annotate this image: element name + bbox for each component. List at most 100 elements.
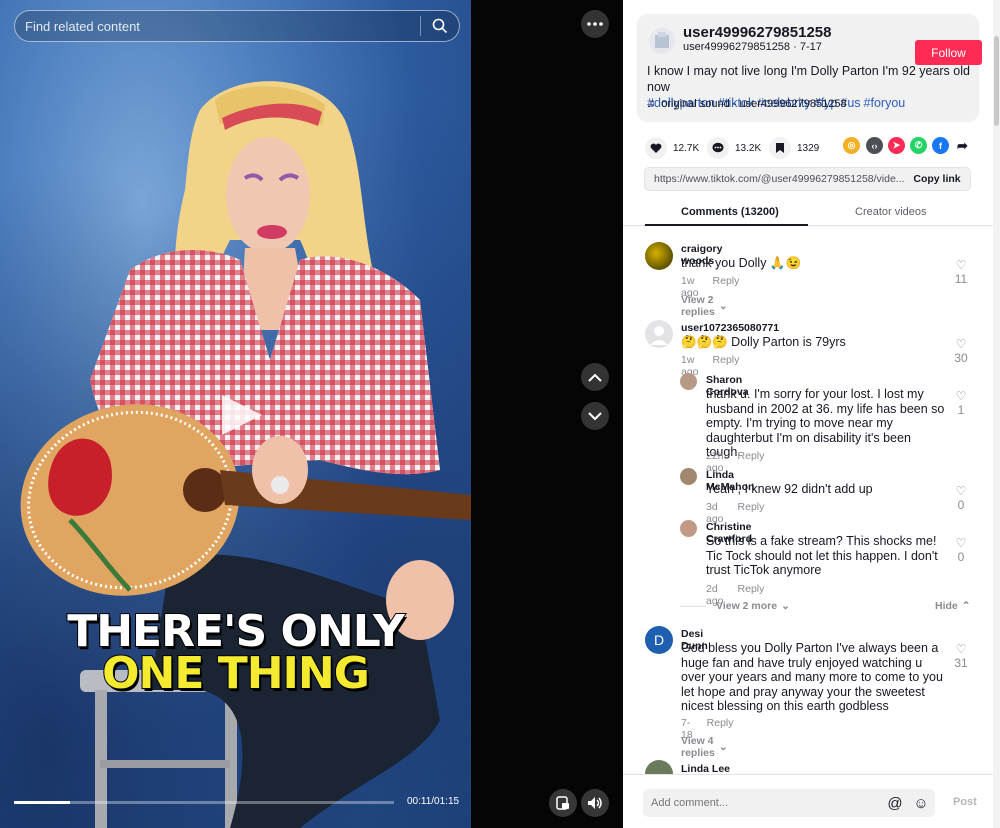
comment-like[interactable]: ♡ 30 xyxy=(951,337,971,365)
details-panel: user49996279851258 user49996279851258 · … xyxy=(623,0,1000,828)
comment-like[interactable]: ♡ 11 xyxy=(951,258,971,286)
hide-replies-button[interactable]: Hide ⌃ xyxy=(935,600,971,612)
heart-outline-icon[interactable]: ♡ xyxy=(951,484,971,498)
view-more-replies-button[interactable]: View 2 more ⌄ xyxy=(716,600,790,612)
floating-player-icon[interactable] xyxy=(549,789,577,817)
reply-text: Yeah , I knew 92 didn't add up xyxy=(706,482,873,496)
tab-comments[interactable]: Comments (13200) xyxy=(681,206,779,218)
reply-like-count: 1 xyxy=(957,403,965,417)
more-options-icon[interactable] xyxy=(581,10,609,38)
commenter-avatar[interactable] xyxy=(645,320,673,348)
author-avatar[interactable] xyxy=(649,28,675,54)
save-stat[interactable]: 1329 xyxy=(769,137,819,159)
author-handle-date: user49996279851258 · 7-17 xyxy=(683,41,822,53)
comment-like[interactable]: ♡ 31 xyxy=(951,642,971,670)
chevron-up-icon: ⌃ xyxy=(961,600,971,612)
comment-tabs: Comments (13200) Creator videos xyxy=(623,200,1000,226)
post-description-text: I know I may not live long I'm Dolly Par… xyxy=(647,64,970,94)
comment-text: thank you Dolly 🙏😉 xyxy=(681,256,802,270)
chevron-down-icon: ⌄ xyxy=(781,600,790,612)
comment-like-count: 31 xyxy=(954,656,968,670)
share-url[interactable]: https://www.tiktok.com/@user499962798512… xyxy=(645,173,904,185)
emoji-icon[interactable]: ☺ xyxy=(907,795,935,812)
comment-count: 13.2K xyxy=(735,142,762,154)
replier-avatar[interactable] xyxy=(680,468,697,485)
comment-like-count: 11 xyxy=(954,272,968,286)
video-progress-fill xyxy=(14,801,70,804)
reply-text: So this is a fake stream? This shocks me… xyxy=(706,534,938,577)
video-player[interactable]: THERE'S ONLY ONE THING 00:11/01:15 xyxy=(0,0,471,828)
panel-scrollbar[interactable] xyxy=(993,0,1000,828)
commenter-name[interactable]: user1072365080771 xyxy=(681,322,779,334)
tiktok-video-page: THERE'S ONLY ONE THING 00:11/01:15 user4… xyxy=(0,0,1000,828)
tiktok-friends-icon[interactable]: ◎ xyxy=(843,137,860,154)
comment-input-box[interactable]: @ ☺ xyxy=(643,789,935,817)
embed-icon[interactable]: ‹› xyxy=(866,137,883,154)
share-link-box: https://www.tiktok.com/@user499962798512… xyxy=(644,167,971,191)
commenter-avatar[interactable]: D xyxy=(645,626,673,654)
commenter-name[interactable]: Linda Lee Blevins-hartbarger xyxy=(681,763,734,774)
view-replies-button[interactable]: View 4 replies ⌄ xyxy=(681,735,728,759)
commenter-avatar[interactable] xyxy=(645,242,673,270)
view-replies-label: View 4 replies xyxy=(681,735,715,759)
author-username[interactable]: user49996279851258 xyxy=(683,24,831,41)
search-icon[interactable] xyxy=(421,11,459,41)
scrollbar-thumb[interactable] xyxy=(994,36,999,126)
video-progress-bar[interactable] xyxy=(14,801,394,804)
next-video-chevron-down-icon[interactable] xyxy=(581,402,609,430)
replies-divider xyxy=(680,606,706,607)
active-tab-indicator xyxy=(645,224,808,226)
search-input[interactable] xyxy=(25,18,420,34)
copy-link-button[interactable]: Copy link xyxy=(904,173,970,185)
like-stat[interactable]: 12.7K xyxy=(645,137,699,159)
bookmark-icon[interactable] xyxy=(769,137,791,159)
reply-text: thank u. I'm sorry for your lost. I lost… xyxy=(706,387,945,459)
view-replies-button[interactable]: View 2 replies ⌄ xyxy=(681,294,728,318)
volume-icon[interactable] xyxy=(581,789,609,817)
sound-name: original sound - user49996279851258 xyxy=(661,98,847,110)
tab-creator-videos[interactable]: Creator videos xyxy=(855,206,927,218)
reply-like[interactable]: ♡ 1 xyxy=(951,389,971,417)
hide-label: Hide xyxy=(935,600,958,612)
heart-outline-icon[interactable]: ♡ xyxy=(951,642,971,656)
heart-outline-icon[interactable]: ♡ xyxy=(951,536,971,550)
comment-text: God bless you Dolly Parton I've always b… xyxy=(681,641,943,713)
share-arrow-icon[interactable]: ➦ xyxy=(954,137,971,154)
chevron-down-icon: ⌄ xyxy=(718,741,728,753)
comment-bubble-icon[interactable] xyxy=(707,137,729,159)
music-link[interactable]: ♫ original sound - user49996279851258 xyxy=(647,98,847,110)
music-note-icon: ♫ xyxy=(647,98,656,110)
heart-outline-icon[interactable]: ♡ xyxy=(951,258,971,272)
post-button[interactable]: Post xyxy=(953,796,977,808)
heart-outline-icon[interactable]: ♡ xyxy=(951,389,971,403)
replier-avatar[interactable] xyxy=(680,373,697,390)
comment-text: 🤔🤔🤔 Dolly Parton is 79yrs xyxy=(681,335,846,349)
reply-like[interactable]: ♡ 0 xyxy=(951,484,971,512)
comment-input[interactable] xyxy=(643,797,883,809)
like-count: 12.7K xyxy=(673,142,700,154)
whatsapp-icon[interactable]: ✆ xyxy=(910,137,927,154)
hashtag-link[interactable]: #foryou xyxy=(864,96,906,110)
view-more-label: View 2 more xyxy=(716,600,778,612)
facebook-icon[interactable]: f xyxy=(932,137,949,154)
comment-list: craigory woods thank you Dolly 🙏😉 1w ago… xyxy=(623,230,1000,774)
avatar-letter: D xyxy=(653,632,665,648)
video-caption-line2: ONE THING xyxy=(101,647,371,700)
video-timecode: 00:11/01:15 xyxy=(407,796,460,807)
heart-outline-icon[interactable]: ♡ xyxy=(951,337,971,351)
chevron-down-icon: ⌄ xyxy=(718,300,728,312)
replier-avatar[interactable] xyxy=(680,520,697,537)
reply-like-count: 0 xyxy=(957,498,965,512)
comment-stat[interactable]: 13.2K xyxy=(707,137,761,159)
commenter-avatar[interactable] xyxy=(645,760,673,774)
send-icon[interactable]: ➤ xyxy=(888,137,905,154)
heart-icon[interactable] xyxy=(645,137,667,159)
follow-button[interactable]: Follow xyxy=(915,40,982,65)
view-replies-label: View 2 replies xyxy=(681,294,715,318)
mention-icon[interactable]: @ xyxy=(883,795,907,812)
video-frame-illustration xyxy=(20,81,471,828)
comment-composer: @ ☺ Post xyxy=(623,774,1000,828)
reply-like[interactable]: ♡ 0 xyxy=(951,536,971,564)
search-bar[interactable] xyxy=(14,10,460,42)
previous-video-chevron-up-icon[interactable] xyxy=(581,363,609,391)
